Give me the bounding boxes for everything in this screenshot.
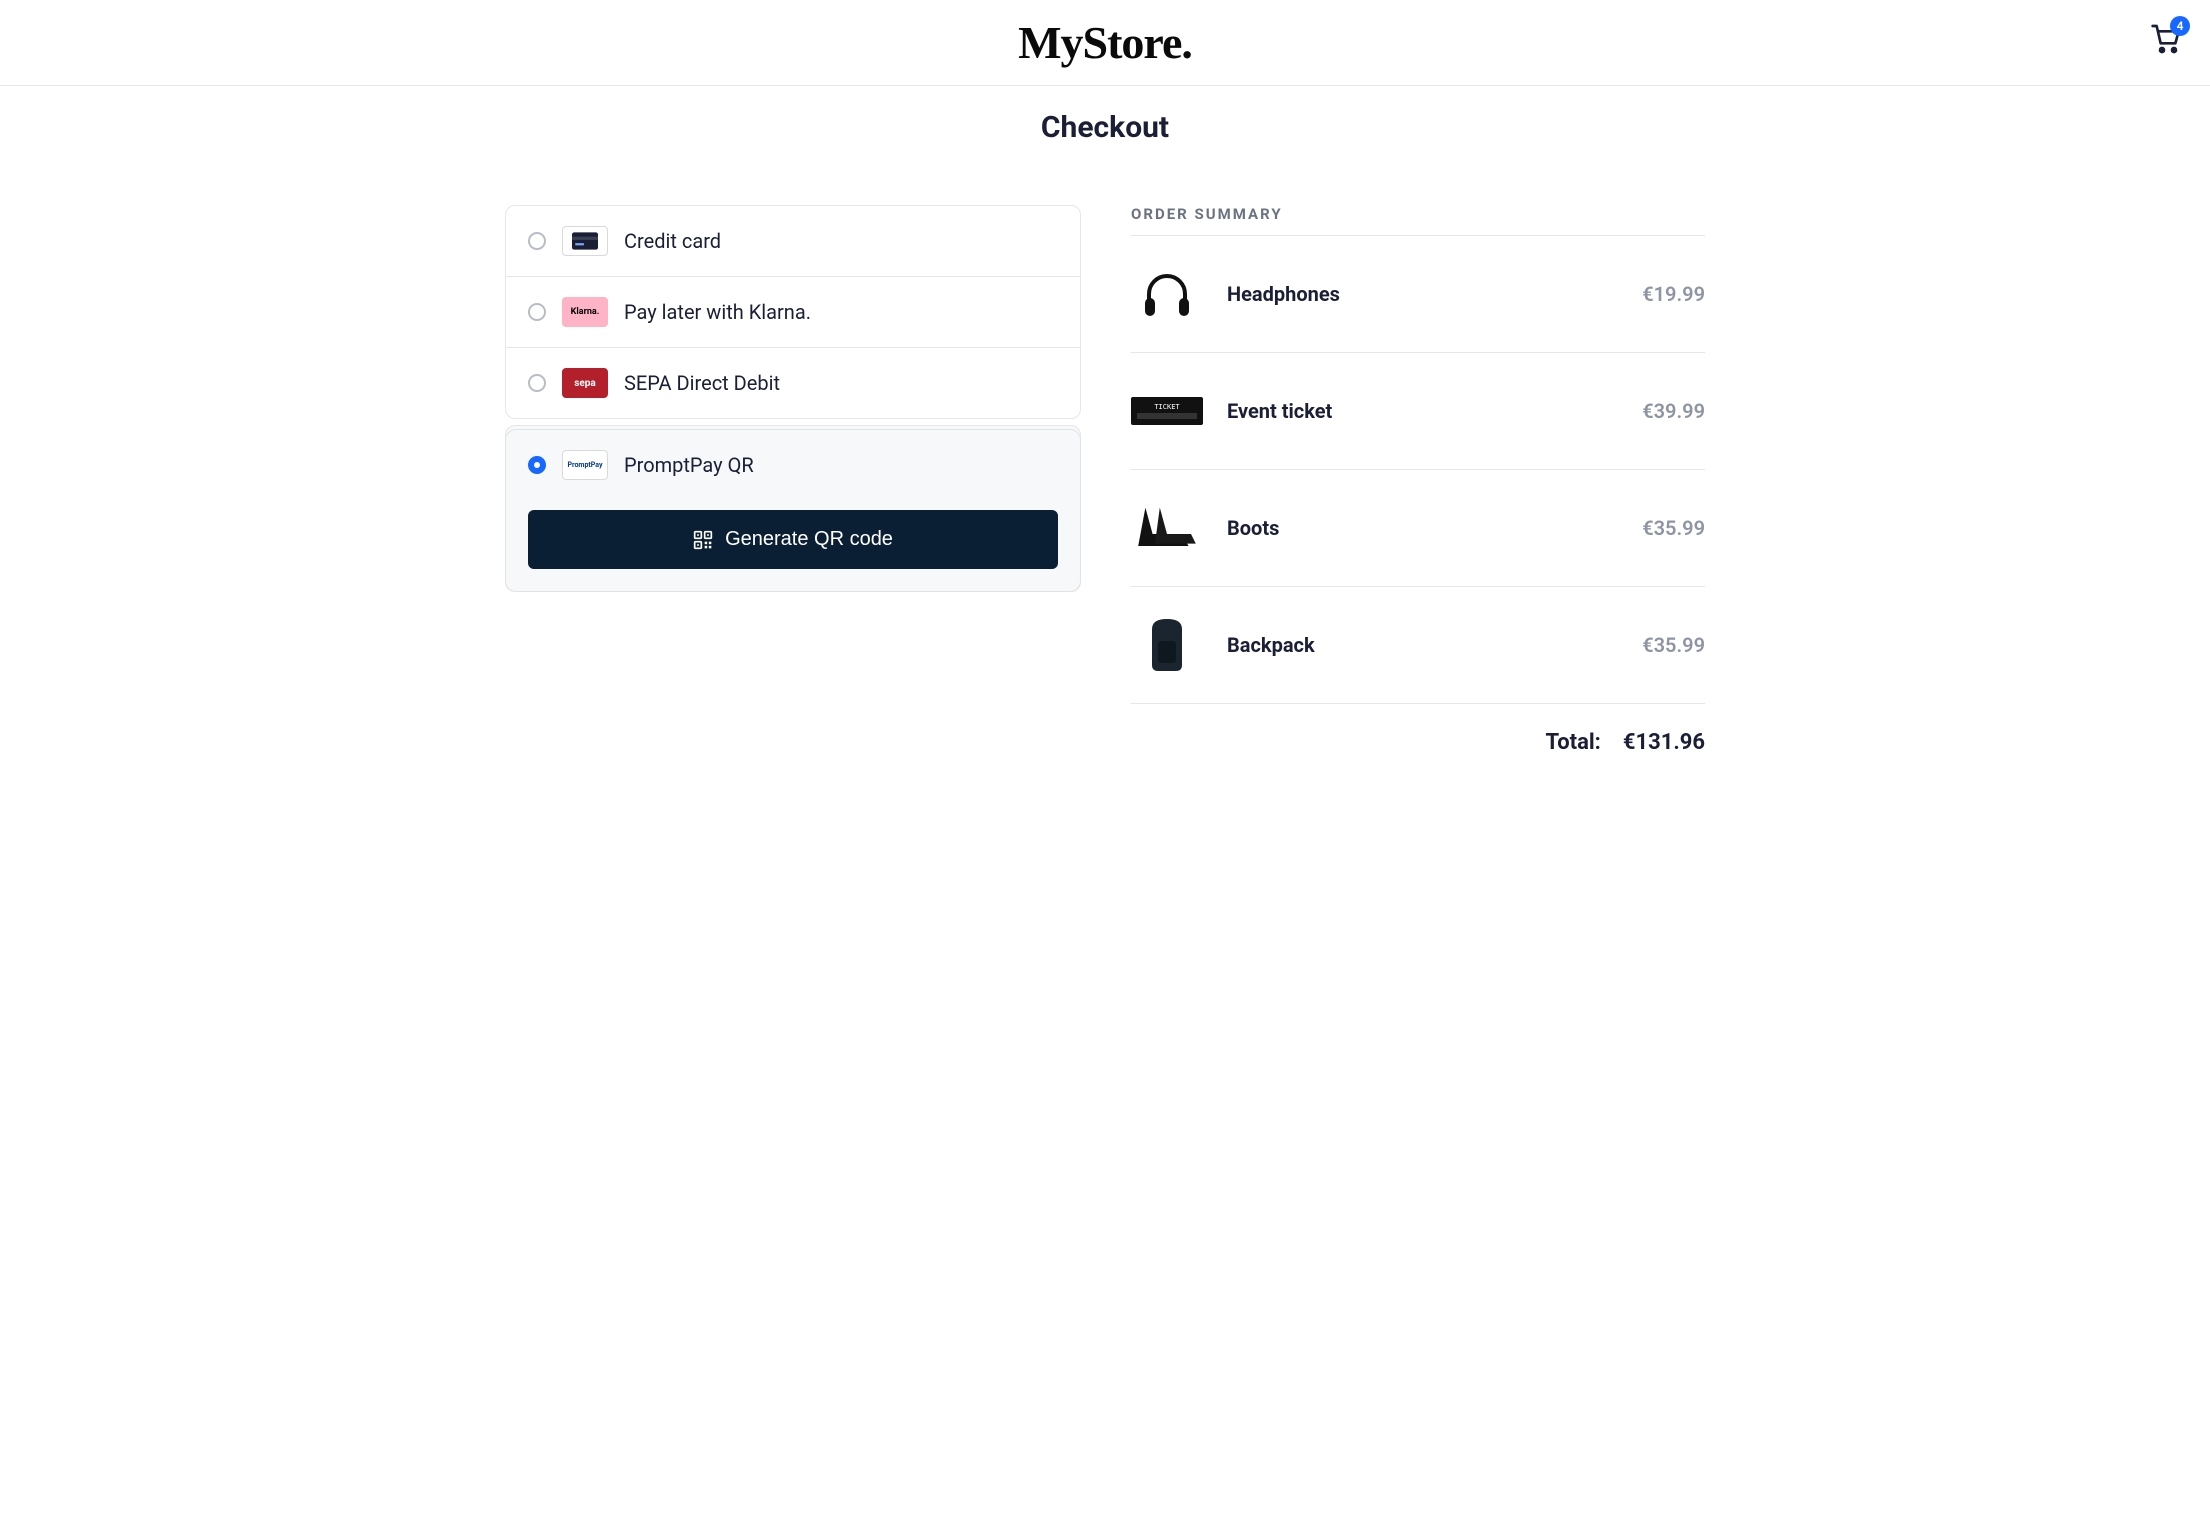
product-thumb-boots [1131, 498, 1203, 558]
payment-label: SEPA Direct Debit [624, 371, 780, 395]
order-item: Backpack €35.99 [1131, 587, 1705, 704]
order-item: Headphones €19.99 [1131, 236, 1705, 353]
svg-text:TICKET: TICKET [1154, 403, 1180, 411]
generate-qr-label: Generate QR code [725, 528, 893, 551]
product-price: €39.99 [1642, 399, 1705, 423]
total-label: Total: [1545, 730, 1600, 755]
sepa-icon: sepa [562, 368, 608, 398]
radio-promptpay[interactable] [528, 456, 546, 474]
product-thumb-backpack [1131, 615, 1203, 675]
cart-button[interactable]: 4 [2150, 22, 2182, 58]
qr-code-icon [693, 530, 713, 550]
payment-option-credit-card[interactable]: Credit card [506, 206, 1080, 277]
radio-credit-card[interactable] [528, 232, 546, 250]
store-logo[interactable]: MyStore. [1018, 16, 1192, 69]
product-name: Boots [1227, 516, 1618, 540]
payment-method-list: Credit card Klarna. Pay later with Klarn… [505, 205, 1081, 419]
order-total-row: Total: €131.96 [1131, 704, 1705, 755]
order-item: TICKET Event ticket €39.99 [1131, 353, 1705, 470]
cart-count-badge: 4 [2170, 16, 2190, 36]
payment-label: Credit card [624, 229, 721, 253]
product-name: Headphones [1227, 282, 1618, 306]
payment-label: Pay later with Klarna. [624, 300, 811, 324]
payment-option-promptpay[interactable]: PromptPay PromptPay QR Generate QR code [505, 425, 1081, 592]
site-header: MyStore. 4 [0, 0, 2210, 86]
promptpay-icon: PromptPay [562, 450, 608, 480]
product-name: Event ticket [1227, 399, 1618, 423]
product-thumb-headphones [1131, 264, 1203, 324]
radio-sepa[interactable] [528, 374, 546, 392]
payment-option-klarna[interactable]: Klarna. Pay later with Klarna. [506, 277, 1080, 348]
payment-option-sepa[interactable]: sepa SEPA Direct Debit [506, 348, 1080, 418]
radio-klarna[interactable] [528, 303, 546, 321]
product-thumb-ticket: TICKET [1131, 381, 1203, 441]
product-price: €35.99 [1642, 633, 1705, 657]
order-item: Boots €35.99 [1131, 470, 1705, 587]
credit-card-icon [562, 226, 608, 256]
total-value: €131.96 [1623, 730, 1705, 755]
product-name: Backpack [1227, 633, 1618, 657]
payment-label: PromptPay QR [624, 453, 754, 477]
page-title: Checkout [0, 110, 2210, 145]
product-price: €35.99 [1642, 516, 1705, 540]
generate-qr-button[interactable]: Generate QR code [528, 510, 1058, 569]
klarna-icon: Klarna. [562, 297, 608, 327]
order-summary-title: ORDER SUMMARY [1131, 205, 1705, 223]
product-price: €19.99 [1642, 282, 1705, 306]
